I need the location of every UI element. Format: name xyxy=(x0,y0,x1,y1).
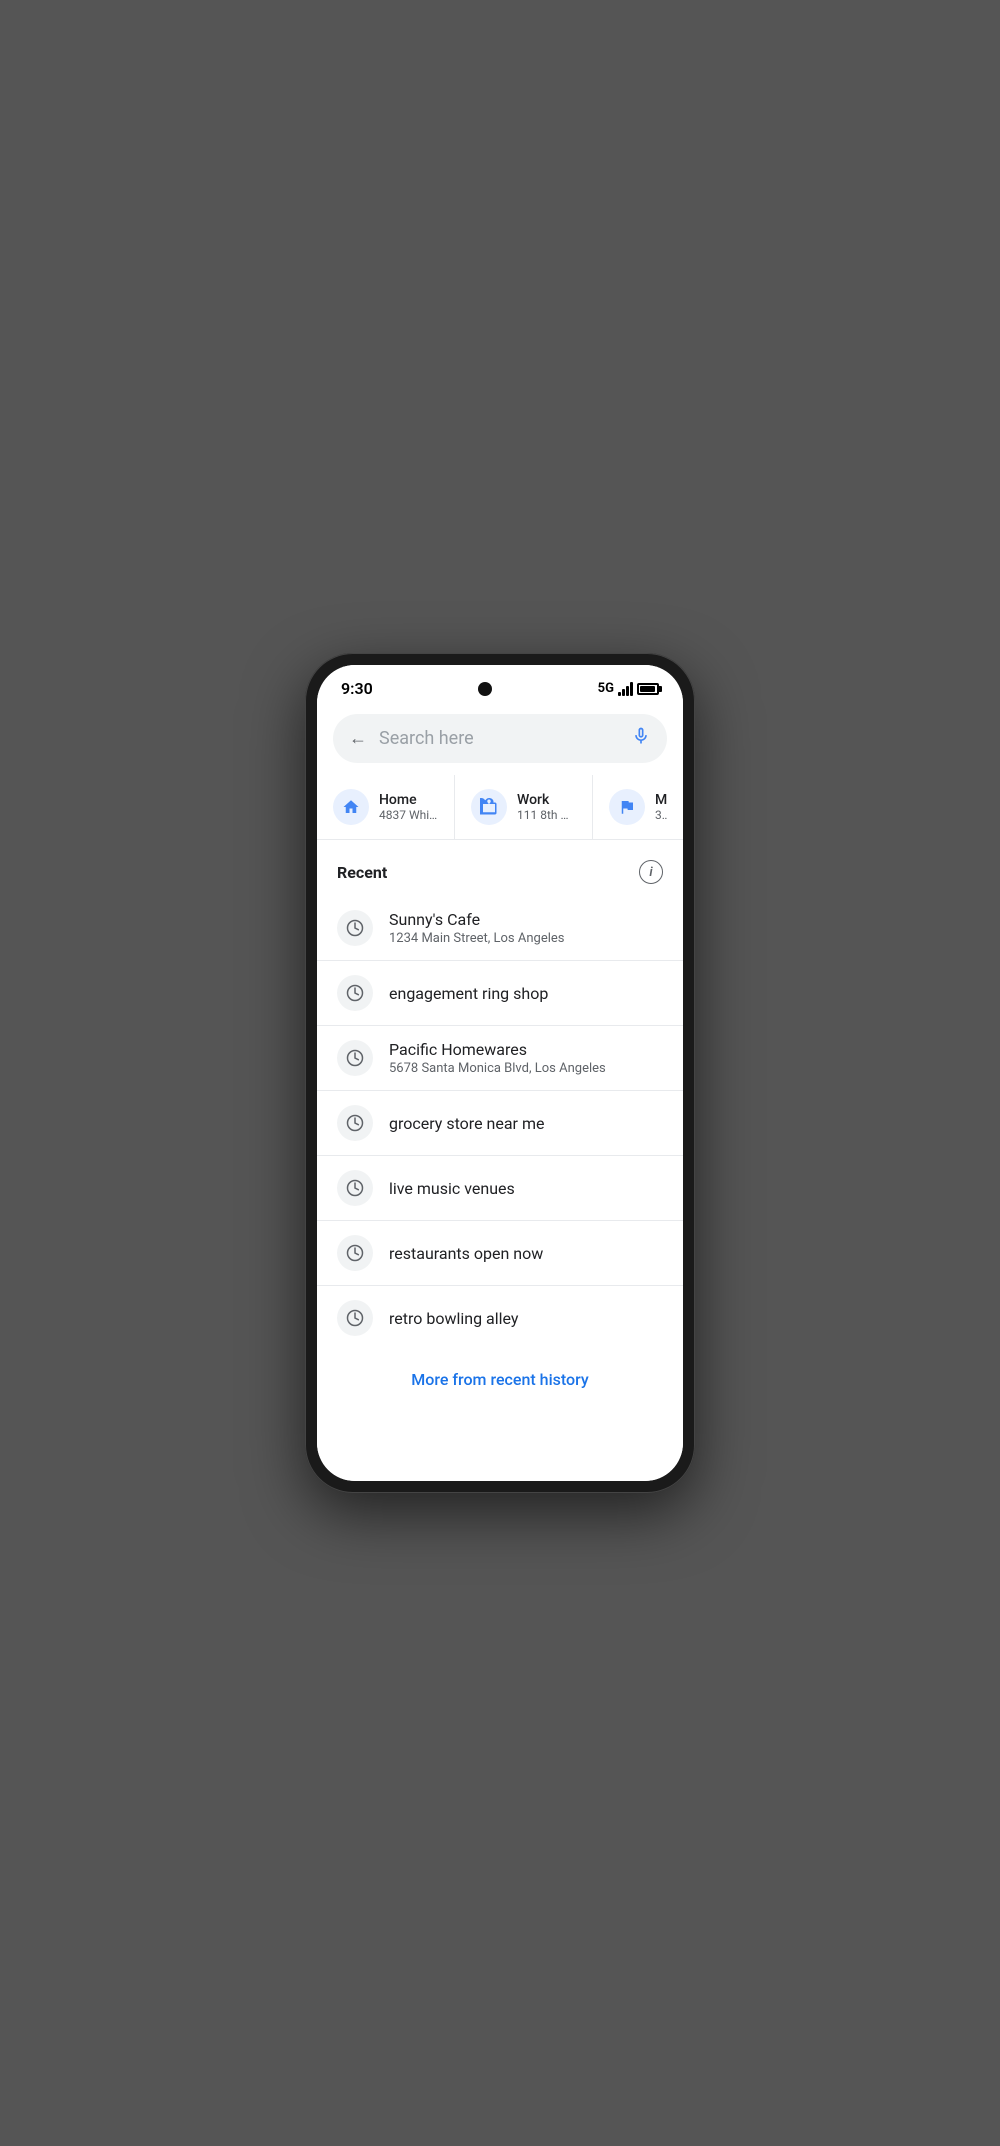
recent-section: Recent i Sunny's Cafe 1234 Main St xyxy=(317,840,683,1481)
recent-item-name: retro bowling alley xyxy=(389,1309,663,1328)
status-icons: 5G xyxy=(598,681,659,696)
status-bar: 9:30 5G xyxy=(317,665,683,706)
recent-item-name: restaurants open now xyxy=(389,1244,663,1263)
search-input[interactable]: Search here xyxy=(379,728,619,749)
recent-list: Sunny's Cafe 1234 Main Street, Los Angel… xyxy=(317,896,683,1350)
home-icon-circle xyxy=(333,789,369,825)
clock-icon xyxy=(337,910,373,946)
search-bar-container: ← Search here xyxy=(317,706,683,775)
quick-access-more[interactable]: Mo 34 - xyxy=(593,775,683,839)
signal-icon xyxy=(618,682,633,696)
home-label: Home xyxy=(379,792,438,808)
recent-item-name: grocery store near me xyxy=(389,1114,663,1133)
recent-item-text: restaurants open now xyxy=(389,1244,663,1263)
list-item[interactable]: retro bowling alley xyxy=(317,1286,683,1350)
more-label: Mo xyxy=(655,792,667,808)
back-button[interactable]: ← xyxy=(349,728,367,749)
phone-frame: 9:30 5G ← Search here xyxy=(305,653,695,1493)
recent-title: Recent xyxy=(337,863,387,882)
status-time: 9:30 xyxy=(341,679,373,698)
more-sublabel: 34 - xyxy=(655,808,667,822)
camera-notch xyxy=(478,682,492,696)
list-item[interactable]: live music venues xyxy=(317,1156,683,1221)
search-bar[interactable]: ← Search here xyxy=(333,714,667,763)
list-item[interactable]: Pacific Homewares 5678 Santa Monica Blvd… xyxy=(317,1026,683,1091)
recent-item-name: Pacific Homewares xyxy=(389,1040,663,1059)
recent-item-name: engagement ring shop xyxy=(389,984,663,1003)
battery-icon xyxy=(637,683,659,695)
recent-item-name: Sunny's Cafe xyxy=(389,910,663,929)
quick-access-home[interactable]: Home 4837 White... xyxy=(317,775,455,839)
network-indicator: 5G xyxy=(598,681,614,696)
home-text: Home 4837 White... xyxy=(379,792,438,822)
recent-item-text: Pacific Homewares 5678 Santa Monica Blvd… xyxy=(389,1040,663,1076)
clock-icon xyxy=(337,1040,373,1076)
list-item[interactable]: grocery store near me xyxy=(317,1091,683,1156)
recent-item-address: 5678 Santa Monica Blvd, Los Angeles xyxy=(389,1061,663,1076)
clock-icon xyxy=(337,1300,373,1336)
list-item[interactable]: engagement ring shop xyxy=(317,961,683,1026)
clock-icon xyxy=(337,1235,373,1271)
work-sublabel: 111 8th Ave,... xyxy=(517,808,576,822)
info-icon[interactable]: i xyxy=(639,860,663,884)
recent-item-text: Sunny's Cafe 1234 Main Street, Los Angel… xyxy=(389,910,663,946)
list-item[interactable]: Sunny's Cafe 1234 Main Street, Los Angel… xyxy=(317,896,683,961)
flag-icon-circle xyxy=(609,789,645,825)
work-icon-circle xyxy=(471,789,507,825)
work-label: Work xyxy=(517,792,576,808)
home-sublabel: 4837 White... xyxy=(379,808,438,822)
recent-item-text: grocery store near me xyxy=(389,1114,663,1133)
recent-item-name: live music venues xyxy=(389,1179,663,1198)
recent-item-text: live music venues xyxy=(389,1179,663,1198)
clock-icon xyxy=(337,975,373,1011)
more-text: Mo 34 - xyxy=(655,792,667,822)
recent-item-text: engagement ring shop xyxy=(389,984,663,1003)
quick-access-work[interactable]: Work 111 8th Ave,... xyxy=(455,775,593,839)
recent-header: Recent i xyxy=(317,840,683,896)
recent-item-text: retro bowling alley xyxy=(389,1309,663,1328)
recent-item-address: 1234 Main Street, Los Angeles xyxy=(389,931,663,946)
phone-screen: 9:30 5G ← Search here xyxy=(317,665,683,1481)
clock-icon xyxy=(337,1105,373,1141)
more-history-link[interactable]: More from recent history xyxy=(317,1350,683,1409)
list-item[interactable]: restaurants open now xyxy=(317,1221,683,1286)
quick-access-row: Home 4837 White... Work 111 8th Ave,... xyxy=(317,775,683,840)
work-text: Work 111 8th Ave,... xyxy=(517,792,576,822)
clock-icon xyxy=(337,1170,373,1206)
mic-icon[interactable] xyxy=(631,726,651,751)
